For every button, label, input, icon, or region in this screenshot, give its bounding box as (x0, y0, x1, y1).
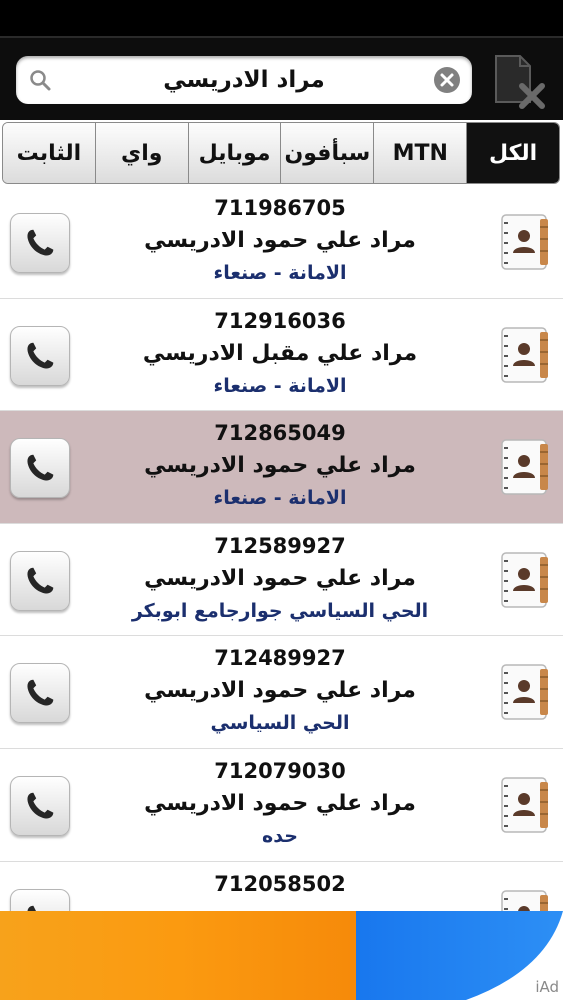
contact-phone: 711986705 (214, 196, 346, 220)
contact-phone: 712589927 (214, 533, 346, 558)
contact-list[interactable]: 711986705 مراد علي حمود الادريسي الامانة -… (0, 186, 563, 911)
call-button[interactable] (10, 888, 70, 911)
contact-book-icon (501, 552, 548, 608)
contact-address: الامانة - صنعاء (213, 487, 347, 510)
contact-address: الحي السياسي جوارجامع ابوبكر (131, 599, 429, 622)
contact-book-icon (501, 664, 548, 721)
close-icon (440, 73, 454, 87)
call-button[interactable] (10, 663, 70, 724)
iad-label: iAd (535, 978, 559, 996)
top-bar (0, 36, 563, 120)
call-button[interactable] (10, 550, 70, 611)
tab-mobile[interactable]: موبايل (187, 123, 281, 183)
list-item[interactable]: 712865049 مراد علي حمود الادريسي الامانة -… (0, 411, 563, 524)
clear-document-icon[interactable] (486, 48, 550, 112)
contact-book-icon (501, 889, 548, 911)
list-item[interactable]: 711986705 مراد علي حمود الادريسي الامانة -… (0, 186, 563, 299)
ad-banner[interactable]: iAd (0, 911, 563, 1000)
contact-book-icon (501, 214, 548, 270)
contact-book-icon (501, 777, 548, 833)
contact-address: حده (262, 824, 298, 847)
tab-mtn[interactable]: MTN (373, 123, 467, 183)
ad-swoosh (466, 911, 563, 1000)
contact-address: الحي السياسي (210, 712, 350, 735)
contact-book-icon (501, 326, 548, 383)
contact-phone: 712865049 (214, 421, 346, 446)
contact-name: مراد علي حمود الادريسي (144, 678, 416, 704)
list-item[interactable]: 712079030 مراد علي حمود الادريسي حده (0, 749, 563, 862)
tab-way[interactable]: واي (94, 123, 188, 183)
contact-address: الامانة - صنعاء (213, 374, 347, 397)
contact-phone: 712916036 (214, 308, 346, 333)
status-bar (0, 0, 563, 36)
contact-address: الامانة - صنعاء (213, 262, 347, 284)
clear-search-button[interactable] (434, 67, 460, 93)
phone-handset-icon (27, 342, 54, 369)
list-item[interactable]: 712589927 مراد علي حمود الادريسي الحي السي… (0, 524, 563, 637)
contact-book-icon (501, 439, 548, 495)
contact-name: مراد علي حمود الادريسي (144, 228, 416, 253)
call-button[interactable] (10, 213, 70, 273)
contact-phone: 712058502 (214, 871, 346, 896)
list-item[interactable]: 712058502 (0, 862, 563, 911)
carrier-tabs: الثابت واي موبايل سبأفون MTN الكل (2, 122, 560, 184)
phone-handset-icon (27, 229, 54, 256)
search-input[interactable] (66, 56, 422, 104)
phone-handset-icon (27, 905, 37, 911)
list-item[interactable]: 712916036 مراد علي مقبل الادريسي الامانة -… (0, 299, 563, 412)
list-item[interactable]: 712489927 مراد علي حمود الادريسي الحي السي… (0, 636, 563, 749)
contact-phone: 712489927 (214, 646, 346, 671)
phone-handset-icon (27, 454, 54, 481)
contact-name: مراد علي حمود الادريسي (144, 790, 416, 816)
contact-name: مراد علي حمود الادريسي (144, 453, 416, 479)
contact-name: مراد علي مقبل الادريسي (142, 340, 418, 366)
tab-landline[interactable]: الثابت (3, 123, 95, 183)
tab-all[interactable]: الكل (466, 123, 559, 183)
call-button[interactable] (10, 438, 70, 499)
phone-handset-icon (27, 680, 54, 706)
tab-sabafon[interactable]: سبأفون (280, 123, 374, 183)
phone-handset-icon (27, 567, 54, 594)
ad-orange-panel (0, 911, 356, 1000)
call-button[interactable] (10, 775, 70, 836)
phone-handset-icon (27, 792, 54, 819)
search-box[interactable] (16, 56, 472, 104)
contact-phone: 712079030 (214, 758, 346, 783)
contact-name: مراد علي حمود الادريسي (144, 565, 416, 591)
search-icon (30, 70, 51, 91)
call-button[interactable] (10, 325, 70, 386)
